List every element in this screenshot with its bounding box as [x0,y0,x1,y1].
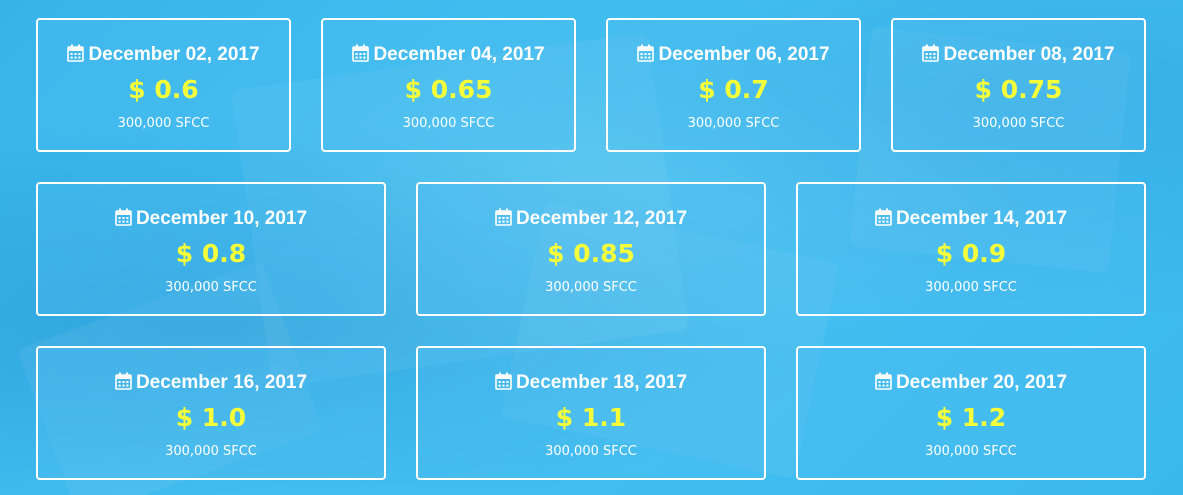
presale-card: December 08, 2017 $ 0.75 300,000 SFCC [891,18,1146,152]
card-date: December 16, 2017 [38,372,384,394]
calendar-icon [67,44,85,62]
card-date: December 14, 2017 [798,208,1144,230]
card-price: $ 0.9 [935,239,1007,268]
card-date: December 02, 2017 [38,44,289,66]
card-price: $ 0.85 [547,239,635,268]
card-amount: 300,000 SFCC [165,280,257,295]
card-amount: 300,000 SFCC [545,280,637,295]
card-date-text: December 14, 2017 [895,208,1068,229]
card-date-text: December 16, 2017 [135,372,308,393]
card-date: December 10, 2017 [38,208,384,230]
card-amount: 300,000 SFCC [545,444,637,459]
card-date: December 18, 2017 [418,372,764,394]
presale-card: December 02, 2017 $ 0.6 300,000 SFCC [36,18,291,152]
calendar-icon [875,372,892,390]
card-date-text: December 02, 2017 [88,44,260,65]
card-price: $ 0.8 [175,239,247,268]
card-price: $ 1.2 [935,403,1007,432]
calendar-icon [495,372,512,390]
card-date-text: December 18, 2017 [515,372,688,393]
card-amount: 300,000 SFCC [402,116,495,131]
calendar-icon [922,44,940,62]
card-price: $ 0.6 [128,75,199,104]
presale-card: December 04, 2017 $ 0.65 300,000 SFCC [321,18,576,152]
card-price: $ 0.65 [404,75,493,104]
card-amount: 300,000 SFCC [117,116,210,131]
card-price: $ 0.75 [974,75,1063,104]
presale-card: December 16, 2017 $ 1.0 300,000 SFCC [36,346,386,480]
card-date: December 04, 2017 [323,44,574,66]
card-amount: 300,000 SFCC [165,444,257,459]
card-price: $ 0.7 [698,75,769,104]
presale-card: December 12, 2017 $ 0.85 300,000 SFCC [416,182,766,316]
calendar-icon [115,208,132,226]
card-date-text: December 10, 2017 [135,208,308,229]
card-price: $ 1.1 [555,403,627,432]
calendar-icon [637,44,655,62]
card-date: December 06, 2017 [608,44,859,66]
presale-card: December 14, 2017 $ 0.9 300,000 SFCC [796,182,1146,316]
presale-card: December 10, 2017 $ 0.8 300,000 SFCC [36,182,386,316]
presale-card: December 20, 2017 $ 1.2 300,000 SFCC [796,346,1146,480]
card-date: December 08, 2017 [893,44,1144,66]
card-date-text: December 12, 2017 [515,208,688,229]
calendar-icon [495,208,512,226]
presale-card: December 18, 2017 $ 1.1 300,000 SFCC [416,346,766,480]
card-date-text: December 06, 2017 [658,44,830,65]
card-date-text: December 04, 2017 [373,44,545,65]
calendar-icon [352,44,370,62]
card-amount: 300,000 SFCC [925,444,1017,459]
card-price: $ 1.0 [175,403,247,432]
card-date: December 20, 2017 [798,372,1144,394]
card-date-text: December 08, 2017 [943,44,1115,65]
calendar-icon [875,208,892,226]
card-amount: 300,000 SFCC [925,280,1017,295]
card-amount: 300,000 SFCC [972,116,1065,131]
presale-card: December 06, 2017 $ 0.7 300,000 SFCC [606,18,861,152]
card-date: December 12, 2017 [418,208,764,230]
calendar-icon [115,372,132,390]
card-date-text: December 20, 2017 [895,372,1068,393]
card-amount: 300,000 SFCC [687,116,780,131]
